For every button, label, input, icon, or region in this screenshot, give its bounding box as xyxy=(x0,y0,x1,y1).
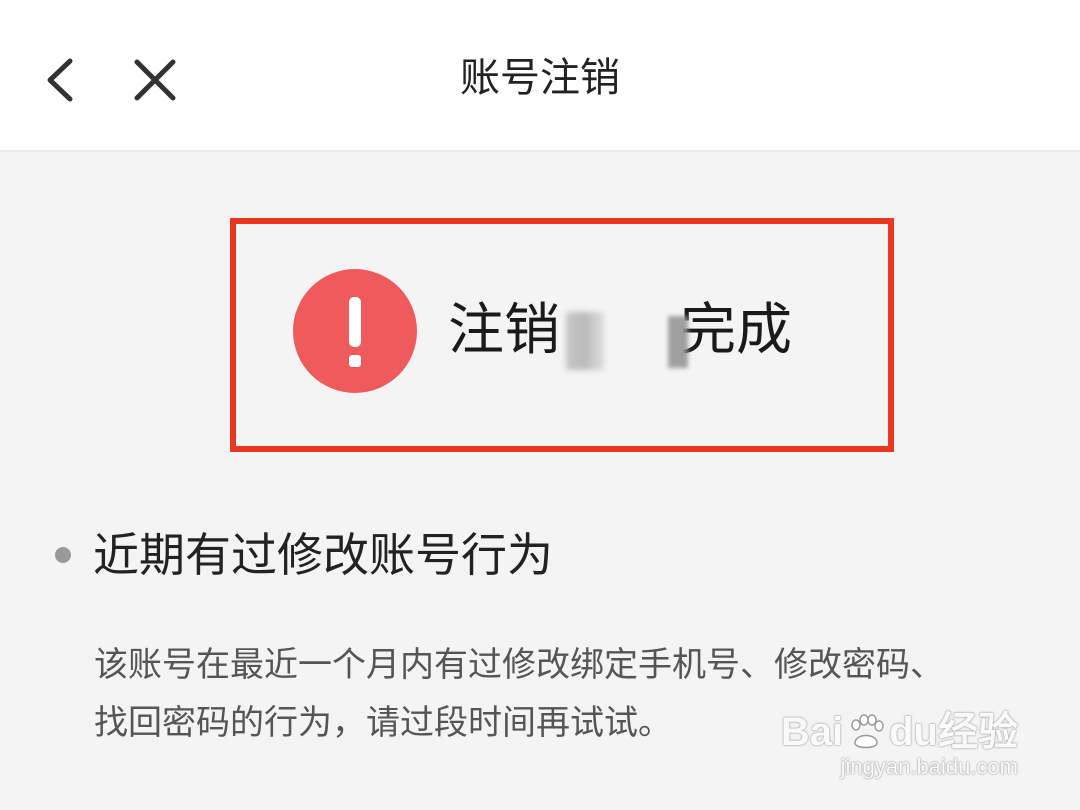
status-panel: 注销 完成 xyxy=(230,218,894,452)
watermark-domain: jingyan.baidu.com xyxy=(840,754,1018,779)
watermark-brand-du: du xyxy=(889,710,938,754)
reason-title: 近期有过修改账号行为 xyxy=(93,528,553,582)
page-title: 账号注销 xyxy=(460,55,620,101)
watermark-brand-prefix: Bai xyxy=(780,710,844,754)
top-bar: 账号注销 xyxy=(0,0,1080,152)
watermark-brand: Bai du 经验 xyxy=(781,710,1018,754)
status-text-prefix: 注销 xyxy=(448,298,560,363)
reason-heading: 近期有过修改账号行为 xyxy=(55,520,553,590)
status-message: 注销 完成 xyxy=(448,296,792,366)
watermark-brand-suffix: 经验 xyxy=(938,710,1018,754)
paw-icon xyxy=(851,714,884,749)
status-text-suffix: 完成 xyxy=(680,298,792,363)
redaction-blur xyxy=(566,312,604,370)
exclamation-circle-icon xyxy=(293,269,417,393)
baidu-jingyan-watermark: Bai du 经验 jingyan.baidu.com xyxy=(781,710,1018,780)
redaction-blur xyxy=(668,316,688,368)
bullet-dot xyxy=(55,547,71,563)
